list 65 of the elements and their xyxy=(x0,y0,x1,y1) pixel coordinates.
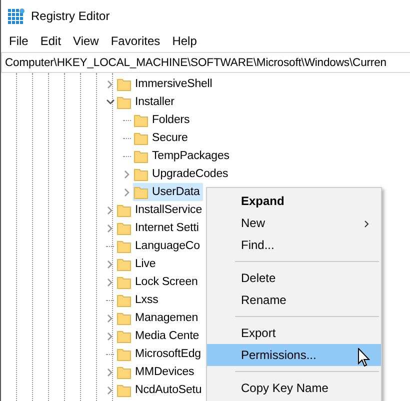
menu-option[interactable]: Copy Key Name xyxy=(207,377,381,399)
folder-icon xyxy=(117,275,131,289)
tree-item[interactable]: Internet Setti xyxy=(116,219,202,237)
tree-item[interactable]: NcdAutoSetu xyxy=(116,381,205,399)
menu-item[interactable]: Help xyxy=(166,34,203,48)
menu-option[interactable]: Find... xyxy=(207,234,381,256)
tree-item[interactable]: Lock Screen xyxy=(116,273,201,291)
chevron-right-icon[interactable] xyxy=(107,260,113,268)
chevron-right-icon[interactable] xyxy=(107,332,113,340)
chevron-down-icon[interactable] xyxy=(106,99,114,105)
chevron-right-icon[interactable] xyxy=(107,206,113,214)
chevron-right-icon[interactable] xyxy=(107,314,113,322)
menu-item[interactable]: Favorites xyxy=(104,34,166,48)
menu-option[interactable]: Rename xyxy=(207,289,381,311)
tree-item[interactable]: LanguageCo xyxy=(116,237,203,255)
menu-item[interactable]: View xyxy=(67,34,105,48)
folder-icon xyxy=(117,329,131,343)
folder-icon xyxy=(117,239,131,253)
tree-item[interactable]: ImmersiveShell xyxy=(116,75,216,93)
folder-icon xyxy=(117,221,131,235)
tree-item[interactable]: Media Cente xyxy=(116,327,202,345)
tree-item[interactable]: Installer xyxy=(116,93,178,111)
folder-icon xyxy=(134,185,148,199)
menu-item[interactable]: Edit xyxy=(34,34,68,48)
chevron-right-icon[interactable] xyxy=(124,170,130,178)
menu-option[interactable]: Permissions... xyxy=(207,344,381,366)
folder-icon xyxy=(134,113,148,127)
tree-item[interactable]: Live xyxy=(116,255,159,273)
folder-icon xyxy=(117,257,131,271)
chevron-right-icon[interactable] xyxy=(107,368,113,376)
folder-icon xyxy=(117,365,131,379)
tree-item[interactable]: Managemen xyxy=(116,309,202,327)
folder-icon xyxy=(117,347,131,361)
tree-item[interactable]: InstallService xyxy=(116,201,205,219)
folder-icon xyxy=(117,95,131,109)
chevron-right-icon[interactable] xyxy=(107,278,113,286)
folder-icon xyxy=(134,131,148,145)
address-field[interactable]: Computer\HKEY_LOCAL_MACHINE\SOFTWARE\Microsoft\Windows\Curren xyxy=(1,52,410,73)
menu-option[interactable]: New xyxy=(207,212,381,234)
folder-icon xyxy=(117,383,131,397)
chevron-right-icon[interactable] xyxy=(107,80,113,88)
window-title: Registry Editor xyxy=(31,8,110,22)
folder-icon xyxy=(117,311,131,325)
folder-icon xyxy=(117,203,131,217)
folder-icon xyxy=(134,167,148,181)
folder-icon xyxy=(117,77,131,91)
tree-item[interactable]: TempPackages xyxy=(133,147,232,165)
tree-item[interactable]: MMDevices xyxy=(116,363,198,381)
menu-option[interactable]: Expand xyxy=(207,190,381,212)
menu-option[interactable]: Export xyxy=(207,322,381,344)
registry-editor-icon xyxy=(8,8,25,24)
tree-item[interactable]: Folders xyxy=(133,111,193,129)
folder-icon xyxy=(117,293,131,307)
tree-item[interactable]: Secure xyxy=(133,129,191,147)
menu-item[interactable]: File xyxy=(3,34,34,48)
tree-item[interactable]: Lxss xyxy=(116,291,162,309)
chevron-right-icon[interactable] xyxy=(107,224,113,232)
chevron-right-icon[interactable] xyxy=(124,188,130,196)
tree-item[interactable]: UserData xyxy=(133,183,203,201)
folder-icon xyxy=(134,149,148,163)
tree-item[interactable]: UpgradeCodes xyxy=(133,165,232,183)
mouse-cursor-icon xyxy=(358,348,370,367)
menu-option[interactable]: Delete xyxy=(207,267,381,289)
chevron-right-icon[interactable] xyxy=(107,386,113,394)
tree-item[interactable]: MicrosoftEdg xyxy=(116,345,204,363)
